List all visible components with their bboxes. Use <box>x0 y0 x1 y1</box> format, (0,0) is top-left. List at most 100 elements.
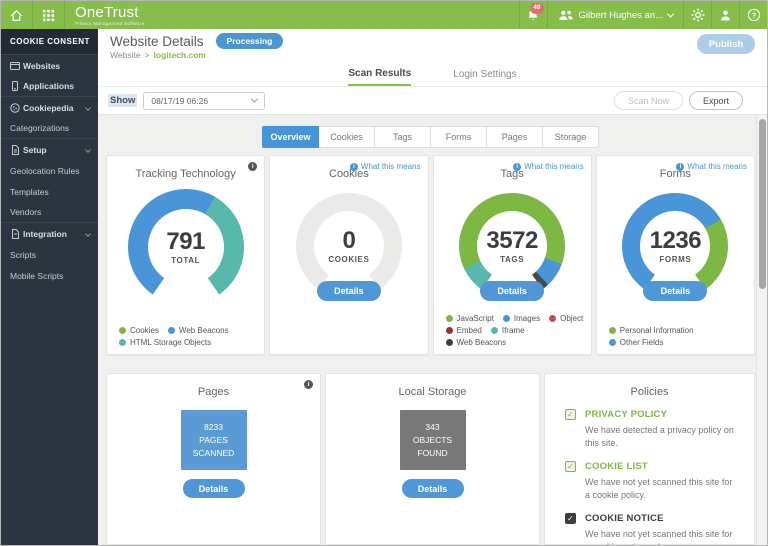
export-button[interactable]: Export <box>689 91 743 110</box>
svg-text:?: ? <box>751 11 756 20</box>
legend-dot <box>491 327 498 334</box>
publish-button[interactable]: Publish <box>697 34 755 54</box>
scan-date-value: 08/17/19 06:26 <box>151 96 208 106</box>
checkbox-check-icon: ✓ <box>565 409 576 420</box>
logo-text: OneTrust <box>75 5 144 20</box>
policy-title: PRIVACY POLICY <box>585 409 667 420</box>
legend-label: Cookies <box>130 326 159 335</box>
what-this-means-link[interactable]: iWhat this means <box>676 162 747 171</box>
what-this-means-link[interactable]: iWhat this means <box>350 162 421 171</box>
details-button[interactable]: Details <box>480 281 544 301</box>
info-icon: i <box>513 163 521 171</box>
help-icon: ? <box>747 8 761 22</box>
what-this-means-label: What this means <box>687 162 747 171</box>
sidebar-item-vendors[interactable]: Vendors <box>1 202 98 223</box>
sidebar-item-applications[interactable]: Applications <box>1 76 98 97</box>
chevron-down-icon <box>85 147 91 153</box>
main-area: Website Details Processing Website > log… <box>98 29 767 545</box>
info-icon[interactable]: i <box>304 380 313 389</box>
page-title: Website Details <box>110 34 204 49</box>
sidebar-item-geolocation-rules[interactable]: Geolocation Rules <box>1 160 98 181</box>
local-storage-card: Local Storage 343 OBJECTS FOUND Details <box>325 373 540 545</box>
policy-title: COOKIE LIST <box>585 461 648 472</box>
legend-dot <box>609 339 616 346</box>
policies-card: Policies ✓ PRIVACY POLICY We have detect… <box>544 373 755 545</box>
sidebar-item-mobile-scripts[interactable]: Mobile Scripts <box>1 265 98 286</box>
tab-login-settings[interactable]: Login Settings <box>453 61 516 87</box>
sidebar-item-setup[interactable]: Setup <box>1 139 98 160</box>
tracking-technology-card: i Tracking Technology 791 TOTAL Cookies … <box>106 155 265 355</box>
integration-icon <box>10 229 23 239</box>
sidebar-item-label: Cookiepedia <box>23 103 74 113</box>
pages-card: i Pages 8233 PAGES SCANNED Details <box>106 373 321 545</box>
sidebar-item-integration[interactable]: Integration <box>1 223 98 244</box>
forms-card: iWhat this means Forms 1236 FORMS Detail… <box>596 155 755 355</box>
subtab-overview[interactable]: Overview <box>262 126 319 148</box>
card-title: Pages <box>107 386 320 398</box>
home-button[interactable] <box>1 1 33 29</box>
scan-date-select[interactable]: 08/17/19 06:26 <box>143 92 265 110</box>
breadcrumb-root[interactable]: Website <box>110 50 141 60</box>
show-label: Show <box>108 94 137 107</box>
apps-grid-button[interactable] <box>33 1 65 29</box>
tab-scan-results[interactable]: Scan Results <box>348 61 411 87</box>
sidebar-item-categorizations[interactable]: Categorizations <box>1 118 98 139</box>
sidebar-item-templates[interactable]: Templates <box>1 181 98 202</box>
sidebar-item-label: Categorizations <box>10 123 69 133</box>
notifications-button[interactable]: 49 <box>519 1 547 29</box>
account-button[interactable] <box>711 1 739 29</box>
sidebar-item-websites[interactable]: Websites <box>1 55 98 76</box>
tags-card: iWhat this means Tags 3572 TAGS Details … <box>433 155 592 355</box>
status-badge: Processing <box>216 33 284 49</box>
gauge-unit: FORMS <box>659 255 691 264</box>
subtab-forms[interactable]: Forms <box>430 126 487 148</box>
details-button[interactable]: Details <box>183 479 245 498</box>
chevron-down-icon <box>667 10 674 17</box>
legend-dot <box>549 315 556 322</box>
gauge-cards-row: i Tracking Technology 791 TOTAL Cookies … <box>106 155 755 355</box>
gauge-total: 1236 <box>650 229 701 253</box>
sidebar-item-label: Templates <box>10 187 49 197</box>
scrollbar-track[interactable] <box>756 115 767 545</box>
policy-item: ✓ COOKIE NOTICE We have not yet scanned … <box>565 513 738 546</box>
breadcrumb-current: logitech.com <box>154 50 206 60</box>
help-button[interactable]: ? <box>739 1 767 29</box>
subtab-cookies[interactable]: Cookies <box>318 126 375 148</box>
legend-dot <box>168 327 175 334</box>
gauge-total: 3572 <box>486 229 537 253</box>
gauge-unit: TAGS <box>500 255 524 264</box>
policy-description: We have not yet scanned this site for a … <box>585 528 738 546</box>
gauge-center: 3572 TAGS <box>477 211 547 281</box>
policy-title: COOKIE NOTICE <box>585 513 664 524</box>
what-this-means-label: What this means <box>361 162 421 171</box>
home-icon <box>9 8 24 23</box>
scan-now-button[interactable]: Scan Now <box>614 91 683 110</box>
legend-label: Web Beacons <box>179 326 229 335</box>
details-button[interactable]: Details <box>402 479 464 498</box>
details-button[interactable]: Details <box>317 281 381 301</box>
storage-count-square: 343 OBJECTS FOUND <box>400 410 466 470</box>
what-this-means-link[interactable]: iWhat this means <box>513 162 584 171</box>
logo-subtitle: Privacy Management Software <box>75 21 144 26</box>
scan-toolbar: Show 08/17/19 06:26 Scan Now Export <box>98 87 767 114</box>
subtab-pages[interactable]: Pages <box>486 126 543 148</box>
legend-dot <box>446 315 453 322</box>
scrollbar-thumb[interactable] <box>759 119 766 289</box>
sidebar-item-cookiepedia[interactable]: Cookiepedia <box>1 97 98 118</box>
gauge-center: 791 TOTAL <box>148 209 224 285</box>
subtab-storage[interactable]: Storage <box>542 126 599 148</box>
sidebar-item-scripts[interactable]: Scripts <box>1 244 98 265</box>
page-header: Website Details Processing Website > log… <box>98 29 767 61</box>
gauge-total: 0 <box>342 229 355 253</box>
cookies-card: iWhat this means Cookies 0 COOKIES Detai… <box>269 155 428 355</box>
breadcrumb-separator: > <box>145 50 150 60</box>
chevron-down-icon <box>85 105 91 111</box>
sidebar-item-label: Integration <box>23 229 67 239</box>
settings-button[interactable] <box>683 1 711 29</box>
details-button[interactable]: Details <box>643 281 707 301</box>
chevron-down-icon <box>85 231 91 237</box>
policy-item: ✓ COOKIE LIST We have not yet scanned th… <box>565 461 738 502</box>
subtab-tags[interactable]: Tags <box>374 126 431 148</box>
storage-count-label: OBJECTS FOUND <box>404 434 462 460</box>
user-menu[interactable]: Gilbert Hughes an... <box>547 1 684 29</box>
